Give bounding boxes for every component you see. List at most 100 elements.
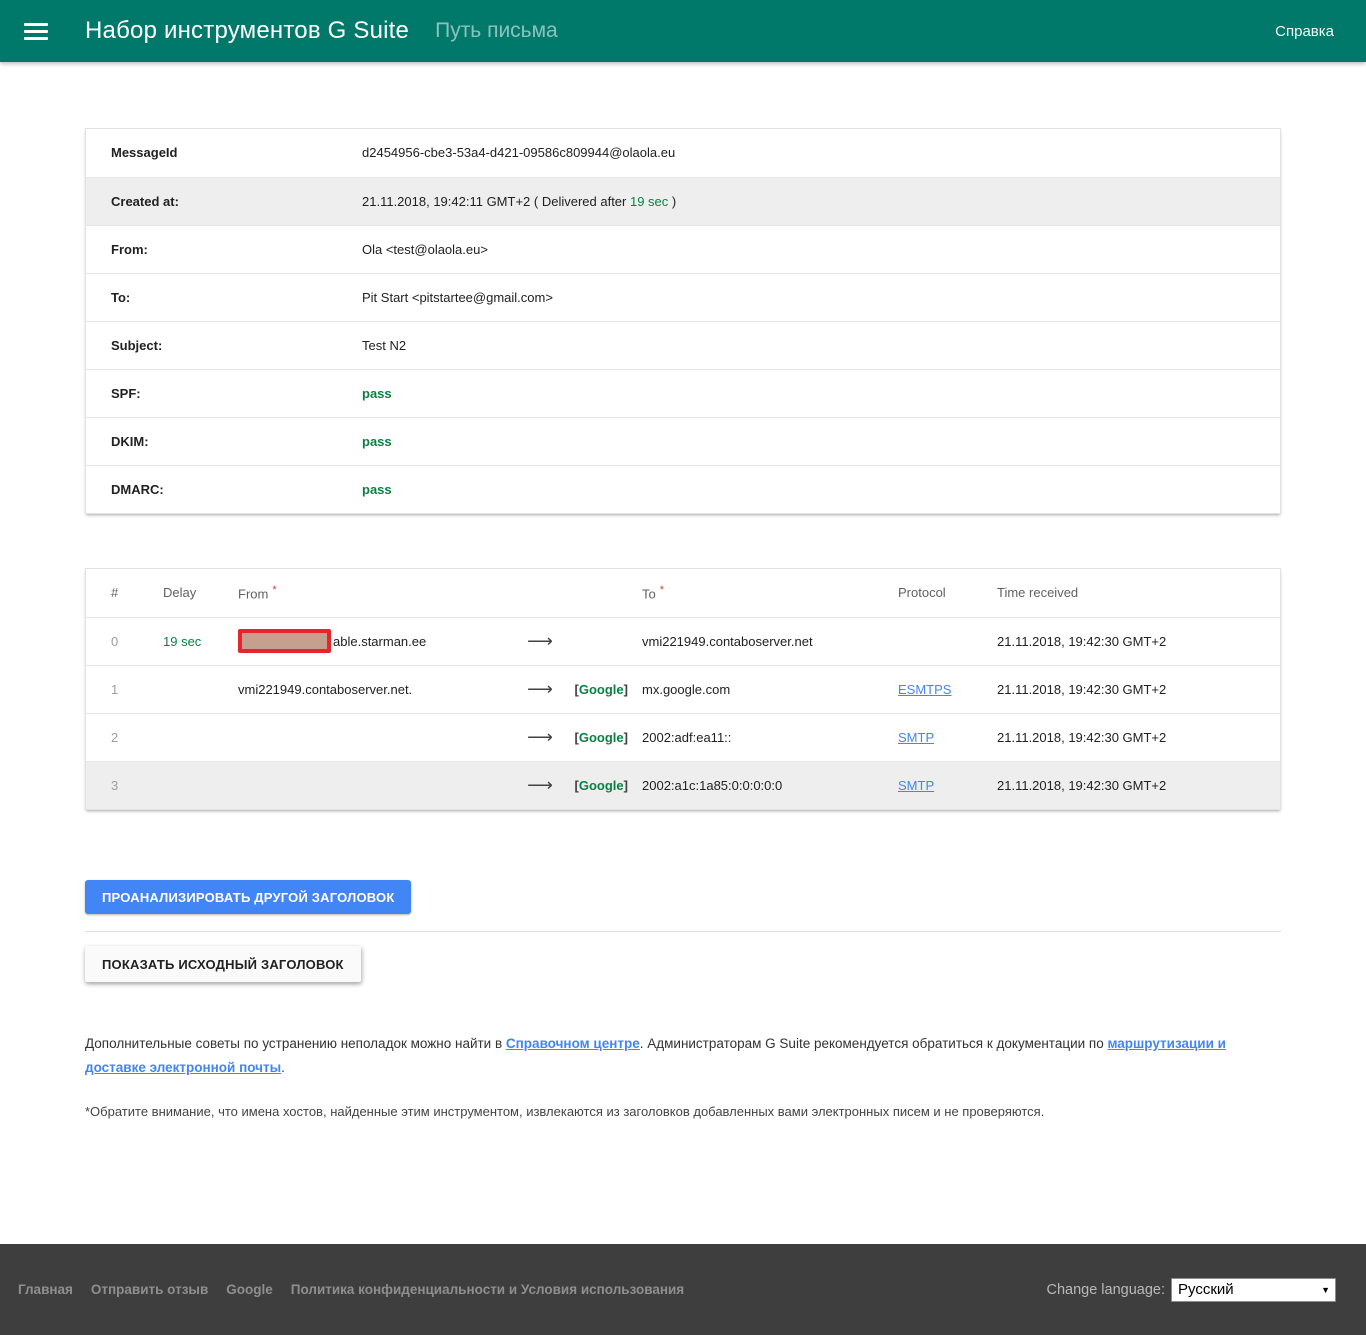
- required-asterisk: *: [272, 584, 276, 596]
- google-tag-label: Google: [579, 730, 624, 745]
- summary-label: SPF:: [86, 369, 361, 417]
- hop-row-3: 3 ⟶ [Google] 2002:a1c:1a85:0:0:0:0:0 SMT…: [86, 761, 1280, 809]
- hop-from: able.starman.ee: [226, 617, 519, 665]
- hop-time-received: 21.11.2018, 19:42:30 GMT+2: [981, 713, 1280, 761]
- help-note-text: .: [281, 1060, 285, 1075]
- hostnames-disclaimer: *Обратите внимание, что имена хостов, на…: [85, 1102, 1281, 1122]
- message-summary-card: MessageId d2454956-cbe3-53a4-d421-09586c…: [85, 128, 1281, 514]
- hop-number: 0: [86, 617, 149, 665]
- app-bar: Набор инструментов G Suite Путь письма С…: [0, 0, 1366, 62]
- column-header-from: From *: [226, 569, 519, 617]
- summary-label: Created at:: [86, 177, 361, 225]
- created-at-text: 21.11.2018, 19:42:11 GMT+2 ( Delivered a…: [362, 194, 630, 209]
- summary-row-spf: SPF: pass: [86, 369, 1280, 417]
- help-link[interactable]: Справка: [1275, 23, 1334, 40]
- arrow-right-icon: ⟶: [519, 617, 561, 665]
- footer-link-home[interactable]: Главная: [18, 1282, 73, 1297]
- column-header-number: #: [86, 569, 149, 617]
- arrow-right-icon: ⟶: [519, 713, 561, 761]
- hop-protocol: [881, 617, 981, 665]
- column-header-protocol: Protocol: [881, 569, 981, 617]
- hop-protocol: ESMTPS: [881, 665, 981, 713]
- summary-label: MessageId: [86, 129, 361, 177]
- hops-header-row: # Delay From * To* Protocol Time received: [86, 569, 1280, 617]
- show-original-header-button[interactable]: ПОКАЗАТЬ ИСХОДНЫЙ ЗАГОЛОВОК: [85, 946, 361, 982]
- column-header-time-received: Time received: [981, 569, 1280, 617]
- message-summary-table: MessageId d2454956-cbe3-53a4-d421-09586c…: [86, 129, 1280, 513]
- summary-label: To:: [86, 273, 361, 321]
- protocol-link[interactable]: ESMTPS: [898, 682, 951, 697]
- google-tag: [Google]: [561, 761, 636, 809]
- language-area: Change language: Русский ▼: [1046, 1278, 1336, 1302]
- language-select-wrap: Русский ▼: [1171, 1278, 1336, 1302]
- help-center-link[interactable]: Справочном центре: [506, 1036, 640, 1051]
- hop-row-0: 0 19 sec able.starman.ee ⟶ vmi221949.con…: [86, 617, 1280, 665]
- hop-to: 2002:adf:ea11::: [636, 713, 881, 761]
- analyze-another-header-button[interactable]: ПРОАНАЛИЗИРОВАТЬ ДРУГОЙ ЗАГОЛОВОК: [85, 880, 411, 914]
- footer-link-google[interactable]: Google: [226, 1282, 273, 1297]
- summary-row-created-at: Created at: 21.11.2018, 19:42:11 GMT+2 (…: [86, 177, 1280, 225]
- hop-protocol: SMTP: [881, 713, 981, 761]
- hop-row-1: 1 vmi221949.contaboserver.net. ⟶ [Google…: [86, 665, 1280, 713]
- from-value: Ola <test@olaola.eu>: [361, 225, 1280, 273]
- section-divider: [85, 931, 1281, 932]
- summary-label: Subject:: [86, 321, 361, 369]
- hop-number: 3: [86, 761, 149, 809]
- summary-row-from: From: Ola <test@olaola.eu>: [86, 225, 1280, 273]
- column-header-gtag: [561, 569, 636, 617]
- summary-label: From:: [86, 225, 361, 273]
- arrow-right-icon: ⟶: [519, 665, 561, 713]
- column-header-to: To*: [636, 569, 881, 617]
- arrow-right-icon: ⟶: [519, 761, 561, 809]
- google-tag-label: Google: [579, 682, 624, 697]
- hop-to: mx.google.com: [636, 665, 881, 713]
- hop-number: 1: [86, 665, 149, 713]
- to-header-text: To: [642, 586, 656, 601]
- hop-delay: [149, 665, 226, 713]
- messageid-value: d2454956-cbe3-53a4-d421-09586c809944@ola…: [361, 129, 1280, 177]
- created-at-value: 21.11.2018, 19:42:11 GMT+2 ( Delivered a…: [361, 177, 1280, 225]
- change-language-label: Change language:: [1046, 1282, 1165, 1298]
- hops-card: # Delay From * To* Protocol Time received…: [85, 568, 1281, 810]
- column-header-delay: Delay: [149, 569, 226, 617]
- hop-to: 2002:a1c:1a85:0:0:0:0:0: [636, 761, 881, 809]
- hop-time-received: 21.11.2018, 19:42:30 GMT+2: [981, 665, 1280, 713]
- bracket-close: ]: [624, 730, 628, 745]
- summary-row-subject: Subject: Test N2: [86, 321, 1280, 369]
- language-select[interactable]: Русский: [1171, 1278, 1336, 1302]
- summary-row-dmarc: DMARC: pass: [86, 465, 1280, 513]
- hop-delay: 19 sec: [149, 617, 226, 665]
- summary-row-messageid: MessageId d2454956-cbe3-53a4-d421-09586c…: [86, 129, 1280, 177]
- hop-delay: [149, 761, 226, 809]
- google-tag-empty: [561, 617, 636, 665]
- hop-delay: [149, 713, 226, 761]
- footer-link-send-feedback[interactable]: Отправить отзыв: [91, 1282, 208, 1297]
- hop-from: [226, 761, 519, 809]
- dkim-status-badge: pass: [361, 417, 1280, 465]
- hop-time-received: 21.11.2018, 19:42:30 GMT+2: [981, 761, 1280, 809]
- from-header-text: From: [238, 586, 268, 601]
- help-note-text: Дополнительные советы по устранению непо…: [85, 1036, 506, 1051]
- bracket-close: ]: [624, 778, 628, 793]
- page-title: Путь письма: [435, 19, 558, 43]
- page: Набор инструментов G Suite Путь письма С…: [0, 0, 1366, 1335]
- hop-time-received: 21.11.2018, 19:42:30 GMT+2: [981, 617, 1280, 665]
- google-tag: [Google]: [561, 665, 636, 713]
- footer-link-privacy-terms[interactable]: Политика конфиденциальности и Условия ис…: [291, 1282, 684, 1297]
- hops-table: # Delay From * To* Protocol Time received…: [86, 569, 1280, 809]
- hop-from: vmi221949.contaboserver.net.: [226, 665, 519, 713]
- summary-label: DMARC:: [86, 465, 361, 513]
- summary-row-dkim: DKIM: pass: [86, 417, 1280, 465]
- hop-protocol: SMTP: [881, 761, 981, 809]
- hop-number: 2: [86, 713, 149, 761]
- protocol-link[interactable]: SMTP: [898, 778, 934, 793]
- protocol-link[interactable]: SMTP: [898, 730, 934, 745]
- help-note-text: . Администраторам G Suite рекомендуется …: [640, 1036, 1108, 1051]
- help-note: Дополнительные советы по устранению непо…: [85, 1032, 1281, 1080]
- hop-to: vmi221949.contaboserver.net: [636, 617, 881, 665]
- hamburger-menu-icon[interactable]: [24, 23, 48, 40]
- delivered-after-value: 19 sec: [630, 194, 668, 209]
- hop-from-text: able.starman.ee: [333, 634, 426, 649]
- column-header-arrow: [519, 569, 561, 617]
- spf-status-badge: pass: [361, 369, 1280, 417]
